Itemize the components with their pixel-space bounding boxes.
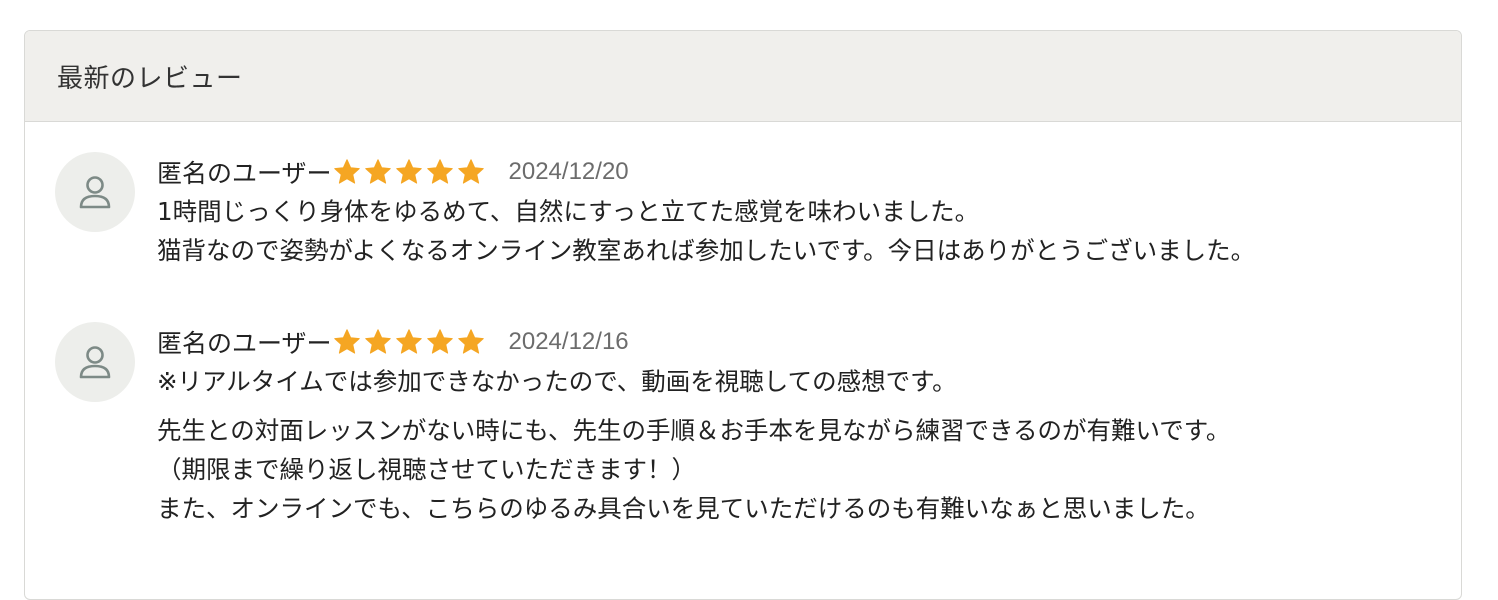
review-header: 匿名のユーザー 2024/12/16 — [157, 322, 1427, 362]
star-icon — [364, 159, 391, 184]
latest-reviews-panel: 最新のレビュー 匿名のユーザー 2024/12/20 1時間じっくり身体をゆるめ… — [24, 30, 1462, 600]
user-icon — [79, 346, 111, 379]
panel-title: 最新のレビュー — [57, 63, 243, 94]
star-icon — [395, 329, 422, 354]
panel-header: 最新のレビュー — [25, 31, 1461, 122]
star-icon — [333, 159, 360, 184]
review-header: 匿名のユーザー 2024/12/20 — [157, 152, 1427, 192]
user-icon — [79, 176, 111, 209]
star-icon — [364, 329, 391, 354]
star-icon — [426, 159, 453, 184]
avatar — [55, 322, 135, 402]
avatar — [55, 152, 135, 232]
star-rating — [332, 157, 487, 187]
star-icon — [426, 329, 453, 354]
review-body: 匿名のユーザー 2024/12/20 1時間じっくり身体をゆるめて、自然にすっと… — [157, 152, 1427, 270]
review-text-line: 猫背なので姿勢がよくなるオンライン教室あれば参加したいです。今日はありがとうござ… — [157, 236, 1256, 265]
review-text-line: （期限まで繰り返し視聴させていただきます！） — [157, 455, 696, 484]
star-icon — [395, 159, 422, 184]
star-icon — [457, 159, 484, 184]
review-text-line: また、オンラインでも、こちらのゆるみ具合いを見ていただけるのも有難いなぁと思いま… — [157, 494, 1210, 523]
review-body: 匿名のユーザー 2024/12/16 ※リアルタイムでは参加できなかったので、動… — [157, 322, 1427, 528]
review-date: 2024/12/20 — [508, 158, 629, 185]
review-text-line: ※リアルタイムでは参加できなかったので、動画を視聴しての感想です。 — [157, 367, 957, 396]
star-icon — [333, 329, 360, 354]
review-text-line: 1時間じっくり身体をゆるめて、自然にすっと立てた感覚を味わいました。 — [157, 197, 980, 226]
reviewer-name: 匿名のユーザー — [157, 159, 332, 188]
review-date: 2024/12/16 — [508, 328, 629, 355]
review-text-line: 先生との対面レッスンがない時にも、先生の手順＆お手本を見ながら練習できるのが有難… — [157, 416, 1231, 445]
reviewer-name: 匿名のユーザー — [157, 329, 332, 358]
star-rating — [332, 327, 487, 357]
star-icon — [457, 329, 484, 354]
